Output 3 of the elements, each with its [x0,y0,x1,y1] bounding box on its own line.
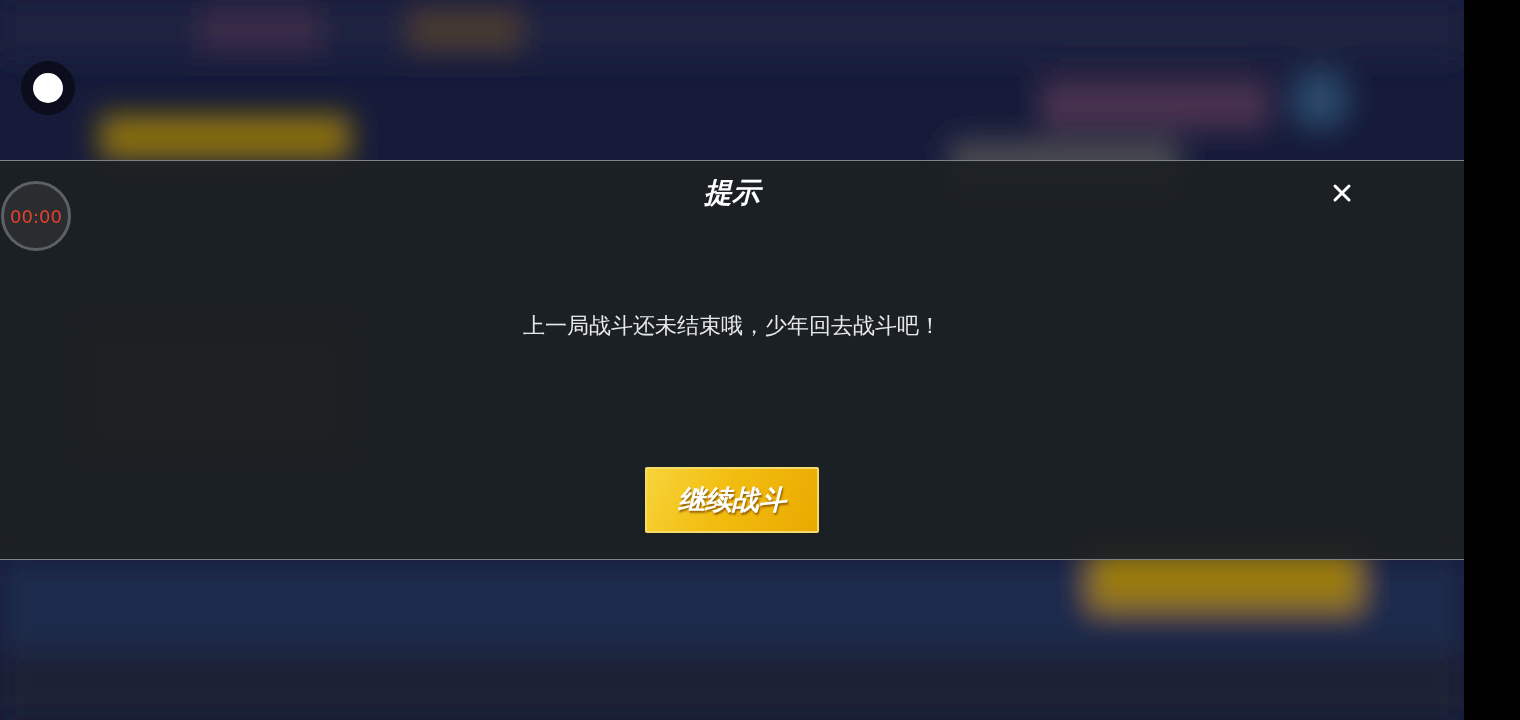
continue-button[interactable]: 继续战斗 [645,467,819,533]
close-icon[interactable] [1332,183,1352,203]
dialog-message: 上一局战斗还未结束哦，少年回去战斗吧！ [523,312,941,340]
